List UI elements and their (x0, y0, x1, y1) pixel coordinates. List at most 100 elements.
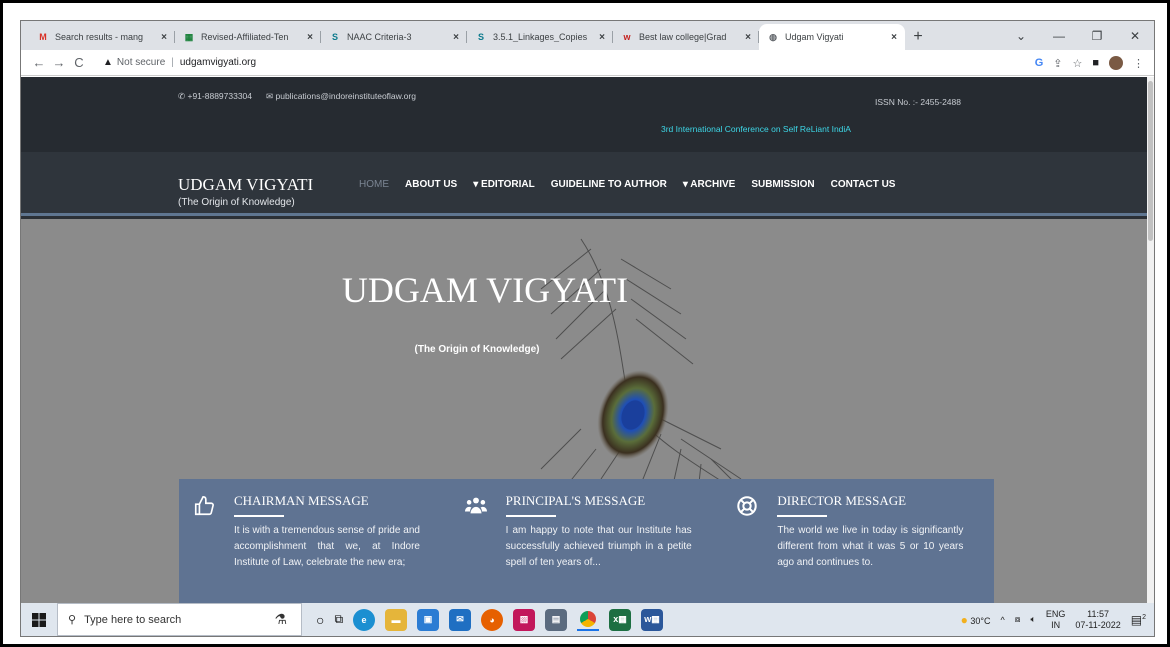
new-tab-button[interactable]: + (905, 24, 931, 50)
menu-kebab-icon[interactable]: ⋮ (1133, 57, 1144, 70)
tab-close-icon[interactable]: × (599, 32, 605, 43)
taskbar-search-box[interactable]: ⚲ Type here to search ⚗ (57, 603, 302, 636)
tab-close-icon[interactable]: × (891, 32, 897, 43)
contact-info: ✆ +91-8889733304 ✉ publications@indorein… (178, 91, 416, 102)
tray-chevron-icon[interactable]: ^ (1000, 615, 1004, 625)
minimize-button[interactable]: — (1040, 29, 1078, 43)
browser-tab[interactable]: ◍ Udgam Vigyati × (759, 24, 905, 50)
file-explorer-icon[interactable]: ▬ (385, 608, 408, 631)
tray-network-icon[interactable]: ⧇ (1015, 614, 1021, 625)
forward-icon[interactable]: → (49, 55, 69, 70)
menu-guideline[interactable]: GUIDELINE TO AUTHOR (551, 179, 667, 190)
close-window-button[interactable]: ✕ (1116, 29, 1154, 43)
hero-title: UDGAM VIGYATI (341, 270, 629, 310)
task-view-icon[interactable]: ⧉ (334, 612, 343, 627)
tab-strip: M Search results - mang × ▦ Revised-Affiliat… (29, 24, 905, 50)
email-address: publications@indoreinstituteoflaw.org (275, 91, 416, 101)
firefox-icon[interactable]: ◕ (481, 608, 504, 631)
browser-tab[interactable]: ▦ Revised-Affiliated-Ten × (175, 24, 321, 50)
chairman-message-title: CHAIRMAN MESSAGE (234, 493, 369, 508)
photos-icon[interactable]: ▤ (545, 608, 568, 631)
share-icon[interactable]: ⇪ (1053, 57, 1062, 70)
menu-contact[interactable]: CONTACT US (831, 179, 896, 190)
sun-icon: ● (960, 612, 968, 627)
users-icon (464, 497, 487, 514)
language-indicator[interactable]: ENG IN (1046, 609, 1066, 631)
tab-title: Udgam Vigyati (785, 32, 844, 42)
paint-icon[interactable]: ▨ (513, 608, 536, 631)
side-panel-icon[interactable]: ■ (1092, 57, 1099, 69)
system-tray: ● 30°C ^ ⧇ 🔈︎ ENG IN 11:57 07-11-2022 ▤2 (961, 603, 1146, 636)
language-code: ENG (1045, 608, 1066, 619)
taskbar-search-placeholder: Type here to search (84, 613, 182, 626)
scrollbar-thumb[interactable] (1148, 81, 1153, 241)
tab-search-icon[interactable]: ⌄ (1002, 29, 1040, 43)
lifebuoy-icon (737, 496, 758, 516)
word-icon[interactable]: w▦ (641, 608, 664, 631)
title-underline (234, 515, 284, 517)
language-region: IN (1051, 619, 1061, 630)
url-input[interactable]: ▲ Not secure | udgamvigyati.org (95, 53, 945, 73)
notification-count: 2 (1142, 613, 1146, 621)
hero-banner: UDGAM VIGYATI (The Origin of Knowledge) … (21, 219, 1149, 605)
browser-tab-bar: M Search results - mang × ▦ Revised-Affiliat… (21, 21, 1154, 50)
sharepoint-icon: S (477, 32, 484, 42)
browser-tab[interactable]: w Best law college|Grad × (613, 24, 759, 50)
tab-close-icon[interactable]: × (161, 32, 167, 43)
thumbs-up-icon (194, 496, 214, 516)
title-underline (777, 515, 828, 517)
toolbar-icons: G ⇪ ☆ ■ ⋮ (1035, 50, 1144, 76)
principal-message[interactable]: PRINCIPAL'S MESSAGE I am happy to note t… (451, 479, 723, 605)
site-brand[interactable]: UDGAM VIGYATI (The Origin of Knowledge) (178, 175, 313, 208)
browser-tab[interactable]: M Search results - mang × (29, 24, 175, 50)
phone-contact[interactable]: ✆ +91-8889733304 (178, 91, 252, 102)
menu-home[interactable]: HOME (359, 179, 389, 190)
director-message[interactable]: DIRECTOR MESSAGE The world we live in to… (722, 479, 994, 605)
browser-tab[interactable]: S 3.5.1_Linkages_Copies × (467, 24, 613, 50)
browser-tab[interactable]: S NAAC Criteria-3 × (321, 24, 467, 50)
excel-icon[interactable]: x▦ (609, 608, 632, 631)
cortana-icon[interactable]: ○ (316, 612, 324, 628)
chrome-icon[interactable] (577, 608, 600, 631)
search-highlight-icon: ⚗ (274, 611, 287, 627)
reload-icon[interactable]: C (69, 55, 89, 70)
edge-icon[interactable]: e (353, 608, 376, 631)
restore-button[interactable]: ❐ (1078, 29, 1116, 43)
page-scrollbar[interactable] (1147, 77, 1154, 605)
taskbar-apps: ○ ⧉ e ▬ ▣ ✉ ◕ ▨ ▤ x▦ w▦ (316, 608, 664, 631)
clock[interactable]: 11:57 07-11-2022 (1075, 609, 1120, 631)
window-controls: ⌄ — ❐ ✕ (1002, 21, 1154, 50)
desktop-screen: M Search results - mang × ▦ Revised-Affiliat… (20, 20, 1155, 637)
bookmark-star-icon[interactable]: ☆ (1072, 57, 1082, 70)
menu-submission[interactable]: SUBMISSION (751, 179, 814, 190)
start-button[interactable] (21, 612, 57, 627)
mail-app-icon[interactable]: ✉ (449, 608, 472, 631)
weather-temp: 30°C (970, 615, 991, 626)
store-icon[interactable]: ▣ (417, 608, 440, 631)
chairman-message[interactable]: CHAIRMAN MESSAGE It is with a tremendous… (179, 479, 451, 605)
mail-icon: ✉ (266, 91, 276, 101)
menu-archive[interactable]: ▾ ARCHIVE (683, 179, 735, 190)
back-icon[interactable]: ← (29, 55, 49, 70)
principal-message-text: I am happy to note that our Institute ha… (505, 525, 692, 568)
site-navbar: UDGAM VIGYATI (The Origin of Knowledge) … (21, 152, 1149, 216)
college-icon: w (623, 32, 631, 42)
conference-link[interactable]: 3rd International Conference on Self ReL… (661, 124, 851, 134)
sharepoint-icon: S (331, 32, 338, 42)
search-icon: ⚲ (68, 614, 77, 626)
tray-volume-icon[interactable]: 🔈︎ (1030, 614, 1035, 625)
tab-close-icon[interactable]: × (307, 32, 313, 43)
brand-name: UDGAM VIGYATI (178, 175, 314, 194)
google-icon[interactable]: G (1035, 57, 1044, 69)
director-message-title: DIRECTOR MESSAGE (777, 493, 907, 508)
menu-editorial[interactable]: ▾ EDITORIAL (473, 179, 535, 190)
email-contact[interactable]: ✉ publications@indoreinstituteoflaw.org (266, 91, 416, 102)
weather-widget[interactable]: ● 30°C (961, 613, 991, 627)
profile-avatar[interactable] (1109, 56, 1123, 70)
menu-about[interactable]: ABOUT US (405, 179, 457, 190)
tab-close-icon[interactable]: × (453, 32, 459, 43)
title-underline (505, 515, 556, 517)
notification-center-icon[interactable]: ▤2 (1131, 613, 1146, 627)
windows-logo-icon (32, 612, 46, 627)
tab-close-icon[interactable]: × (745, 32, 751, 43)
